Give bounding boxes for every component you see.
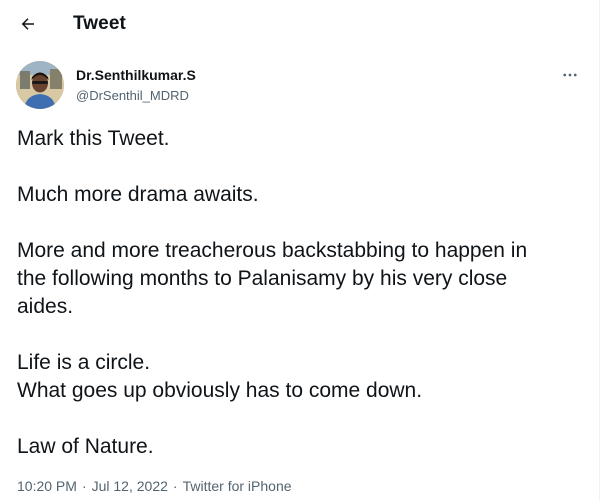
tweet-date-link[interactable]: Jul 12, 2022 xyxy=(92,478,168,494)
tweet-line: Law of Nature. xyxy=(17,435,154,458)
tweet-text: Mark this Tweet. Much more drama awaits.… xyxy=(17,125,587,461)
back-button[interactable] xyxy=(16,12,40,36)
more-options-button[interactable] xyxy=(558,63,582,87)
meta-separator: · xyxy=(81,478,87,494)
page-title: Tweet xyxy=(73,13,126,34)
tweet-detail-page: Tweet Dr.Senthilkumar.S @DrSenthil_MDRD xyxy=(0,0,600,500)
tweet-time-link[interactable]: 10:20 PM xyxy=(17,478,77,494)
arrow-left-icon xyxy=(21,18,34,30)
author-display-name[interactable]: Dr.Senthilkumar.S xyxy=(76,67,196,84)
tweet-line: What goes up obviously has to come down. xyxy=(17,379,423,402)
tweet-line: Life is a circle. xyxy=(17,351,151,374)
profile-photo xyxy=(16,61,64,109)
avatar[interactable] xyxy=(16,61,64,109)
tweet-line: the following months to Palanisamy by hi… xyxy=(17,267,508,290)
tweet-line: Mark this Tweet. xyxy=(17,127,170,150)
tweet-line: More and more treacherous backstabbing t… xyxy=(17,239,528,262)
tweet-source-link[interactable]: Twitter for iPhone xyxy=(183,478,292,494)
tweet-author: Dr.Senthilkumar.S @DrSenthil_MDRD xyxy=(16,61,584,113)
tweet-meta: 10:20 PM · Jul 12, 2022 · Twitter for iP… xyxy=(17,478,292,494)
more-horizontal-icon xyxy=(563,73,577,77)
tweet-line: aides. xyxy=(17,295,74,318)
tweet-line: Much more drama awaits. xyxy=(17,183,259,206)
author-handle[interactable]: @DrSenthil_MDRD xyxy=(76,87,196,105)
top-bar: Tweet xyxy=(0,0,599,48)
meta-separator: · xyxy=(172,478,178,494)
author-names: Dr.Senthilkumar.S @DrSenthil_MDRD xyxy=(76,67,196,105)
